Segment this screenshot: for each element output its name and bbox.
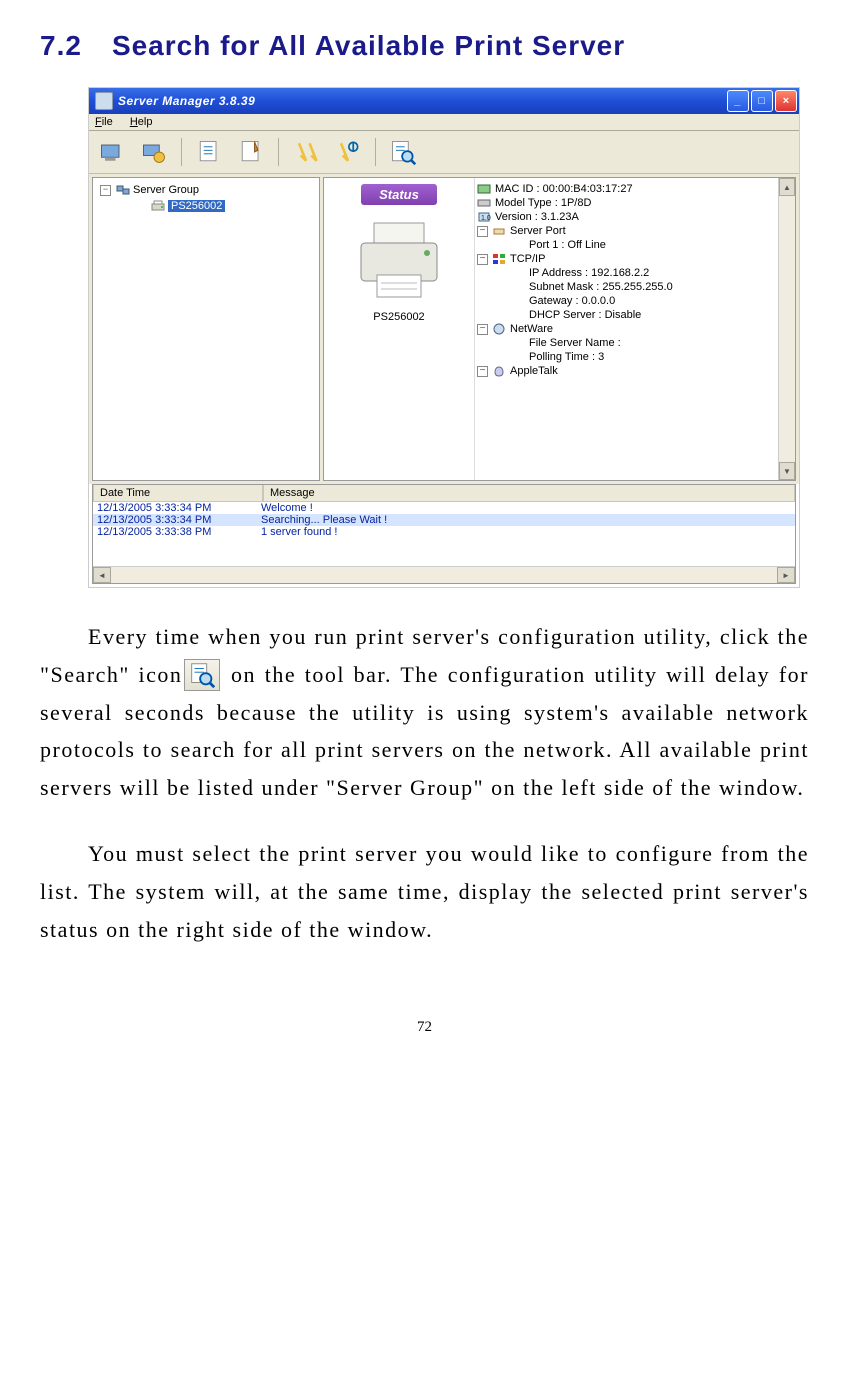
- toolbar-separator: [278, 138, 279, 166]
- toolbar: [89, 131, 799, 174]
- menu-file[interactable]: File: [95, 116, 113, 128]
- log-pane: Date Time Message 12/13/2005 3:33:34 PM …: [92, 484, 796, 584]
- window-title: Server Manager 3.8.39: [118, 94, 727, 108]
- printer-icon: [349, 215, 449, 305]
- toolbar-btn-2[interactable]: [137, 135, 171, 169]
- info-gateway: Gateway : 0.0.0.0: [529, 295, 615, 307]
- body-paragraph-1: Every time when you run print server's c…: [40, 618, 809, 807]
- scroll-left-icon[interactable]: ◄: [93, 567, 111, 583]
- toolbar-btn-6[interactable]: [331, 135, 365, 169]
- scroll-down-icon[interactable]: ▼: [779, 462, 795, 480]
- collapse-icon[interactable]: −: [477, 324, 488, 335]
- page-number: 72: [40, 1019, 809, 1036]
- scroll-up-icon[interactable]: ▲: [779, 178, 795, 196]
- log-row[interactable]: 12/13/2005 3:33:38 PM 1 server found !: [93, 526, 795, 538]
- print-server-icon: [151, 199, 165, 213]
- info-fileserver: File Server Name :: [529, 337, 621, 349]
- section-heading: 7.2 Search for All Available Print Server: [40, 30, 809, 62]
- collapse-icon[interactable]: −: [477, 366, 488, 377]
- info-subnet: Subnet Mask : 255.255.255.0: [529, 281, 673, 293]
- collapse-icon[interactable]: −: [477, 226, 488, 237]
- info-dhcp: DHCP Server : Disable: [529, 309, 641, 321]
- info-tcpip: TCP/IP: [510, 253, 545, 265]
- search-icon[interactable]: [386, 135, 420, 169]
- info-ip: IP Address : 192.168.2.2: [529, 267, 649, 279]
- version-icon: 1.0: [477, 211, 491, 223]
- maximize-button[interactable]: □: [751, 90, 773, 112]
- tcpip-icon: [492, 253, 506, 265]
- close-button[interactable]: ×: [775, 90, 797, 112]
- status-pane: Status PS256002 MAC ID : 00:00:B4:03:17:…: [323, 177, 796, 481]
- log-col-message[interactable]: Message: [263, 485, 795, 502]
- toolbar-btn-3[interactable]: [192, 135, 226, 169]
- search-icon: [184, 659, 220, 691]
- log-col-datetime[interactable]: Date Time: [93, 485, 263, 502]
- status-device-name: PS256002: [324, 311, 474, 323]
- info-mac: MAC ID : 00:00:B4:03:17:27: [495, 183, 633, 195]
- section-title: Search for All Available Print Server: [112, 30, 625, 61]
- info-server-port: Server Port: [510, 225, 566, 237]
- mac-icon: [477, 183, 491, 195]
- minimize-button[interactable]: _: [727, 90, 749, 112]
- svg-text:1.0: 1.0: [481, 215, 491, 222]
- tree-collapse-icon[interactable]: −: [100, 185, 111, 196]
- info-appletalk: AppleTalk: [510, 365, 558, 377]
- info-version: Version : 3.1.23A: [495, 211, 579, 223]
- tree-selected-server[interactable]: PS256002: [168, 200, 225, 212]
- vertical-scrollbar[interactable]: ▲ ▼: [778, 178, 795, 480]
- toolbar-btn-4[interactable]: [234, 135, 268, 169]
- toolbar-separator: [181, 138, 182, 166]
- server-group-icon: [116, 183, 130, 197]
- port-icon: [492, 225, 506, 237]
- appletalk-icon: [492, 365, 506, 377]
- log-row[interactable]: 12/13/2005 3:33:34 PM Welcome !: [93, 502, 795, 514]
- horizontal-scrollbar[interactable]: ◄ ►: [93, 566, 795, 583]
- info-port1: Port 1 : Off Line: [529, 239, 606, 251]
- log-row[interactable]: 12/13/2005 3:33:34 PM Searching... Pleas…: [93, 514, 795, 526]
- server-manager-window: Server Manager 3.8.39 _ □ × File Help: [88, 87, 800, 588]
- app-icon: [95, 92, 113, 110]
- menubar: File Help: [89, 114, 799, 131]
- menu-help[interactable]: Help: [130, 116, 153, 128]
- section-number: 7.2: [40, 30, 82, 62]
- body-paragraph-2: You must select the print server you wou…: [40, 835, 809, 948]
- model-icon: [477, 197, 491, 209]
- scroll-right-icon[interactable]: ►: [777, 567, 795, 583]
- info-polling: Polling Time : 3: [529, 351, 604, 363]
- titlebar: Server Manager 3.8.39 _ □ ×: [89, 88, 799, 114]
- server-tree: − Server Group PS256002: [92, 177, 320, 481]
- info-model: Model Type : 1P/8D: [495, 197, 591, 209]
- info-netware: NetWare: [510, 323, 553, 335]
- collapse-icon[interactable]: −: [477, 254, 488, 265]
- netware-icon: [492, 323, 506, 335]
- status-info-tree: MAC ID : 00:00:B4:03:17:27 Model Type : …: [474, 178, 778, 480]
- tree-group-label[interactable]: Server Group: [133, 184, 199, 196]
- status-tab: Status: [361, 184, 437, 205]
- toolbar-btn-1[interactable]: [95, 135, 129, 169]
- toolbar-separator: [375, 138, 376, 166]
- toolbar-btn-5[interactable]: [289, 135, 323, 169]
